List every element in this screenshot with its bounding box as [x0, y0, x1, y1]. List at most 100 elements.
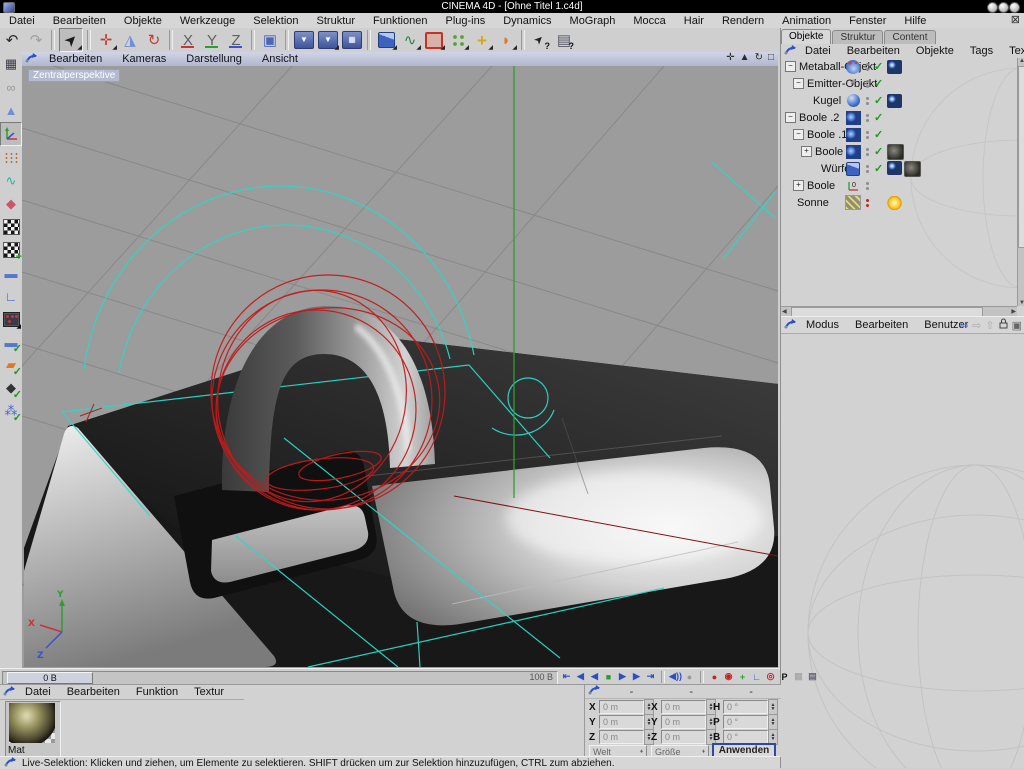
coordinate-input[interactable]: 0 °	[723, 730, 768, 744]
menu-werkzeuge[interactable]: Werkzeuge	[171, 15, 244, 27]
coordinate-system-icon[interactable]: ▣	[259, 29, 281, 51]
tab-struktur[interactable]: Struktur	[832, 30, 883, 44]
coordinate-input[interactable]: 0 m	[661, 715, 706, 729]
view-history-icon[interactable]: ∞	[1, 76, 21, 98]
toggle-points-icon[interactable]: ▬✓	[1, 331, 21, 353]
menu-hair[interactable]: Hair	[675, 15, 713, 27]
om-menu-tags[interactable]: Tags	[962, 45, 1001, 57]
tree-expander[interactable]: −	[785, 112, 796, 123]
panel-mode-icon[interactable]: ▣	[1012, 319, 1022, 332]
keyframe-parameter-toggle[interactable]: P	[778, 670, 791, 683]
om-menu-datei[interactable]: Datei	[797, 45, 839, 57]
mat-menu-datei[interactable]: Datei	[17, 686, 59, 698]
previous-frame-button[interactable]: ◀	[588, 670, 601, 683]
selection-filter-icon[interactable]: ◢	[1, 308, 21, 330]
object-manager-vscrollbar[interactable]: ▲▼	[1017, 58, 1024, 306]
am-menu-modus[interactable]: Modus	[798, 319, 847, 331]
redo-icon[interactable]: ↷	[25, 29, 47, 51]
value-stepper[interactable]: ▲▼	[768, 729, 778, 745]
render-settings-icon[interactable]: ▦	[341, 29, 363, 51]
tree-row[interactable]: −Boole .2✓	[781, 109, 1017, 126]
timeline-track[interactable]: 0 B 100 B	[2, 671, 558, 685]
undo-icon[interactable]: ↶	[1, 29, 23, 51]
keyframe-film-toggle[interactable]: ▤	[806, 670, 819, 683]
am-menu-bearbeiten[interactable]: Bearbeiten	[847, 319, 916, 331]
deformer-cross-icon[interactable]: +◢	[471, 29, 493, 51]
viewport-menu-darstellung[interactable]: Darstellung	[176, 53, 252, 65]
toggle-render-icon[interactable]: ◆✓	[1, 377, 21, 399]
modeling-array-icon[interactable]: ◢	[447, 29, 469, 51]
menu-hilfe[interactable]: Hilfe	[895, 15, 935, 27]
texture-tag[interactable]	[904, 161, 921, 177]
enabled-check[interactable]: ✓	[874, 111, 883, 124]
coordinate-input[interactable]: 0 m	[599, 730, 644, 744]
tree-row[interactable]: Kugel✓	[781, 92, 1017, 109]
enabled-check[interactable]: ✓	[874, 94, 883, 107]
ik-tool-icon[interactable]: ∟	[1, 285, 21, 307]
generator-cage-icon[interactable]: ◢	[423, 29, 445, 51]
visibility-dots[interactable]	[866, 80, 869, 88]
material-item[interactable]: Mat	[5, 701, 61, 757]
polygons-mode-icon[interactable]: ◆	[1, 193, 21, 215]
keyframe-rotation-toggle[interactable]: ◎	[764, 670, 777, 683]
mat-menu-funktion[interactable]: Funktion	[128, 686, 186, 698]
scene-shell-icon[interactable]: ◗◢	[495, 29, 517, 51]
render-view-icon[interactable]: ▼	[293, 29, 315, 51]
tab-objekte[interactable]: Objekte	[781, 29, 831, 44]
menu-bearbeiten[interactable]: Bearbeiten	[44, 15, 115, 27]
viewport[interactable]: BearbeitenKamerasDarstellungAnsicht ✛▲↻□	[22, 52, 778, 668]
menu-struktur[interactable]: Struktur	[308, 15, 365, 27]
keyframe-scale-toggle[interactable]: ∟	[750, 670, 763, 683]
render-picture-viewer-icon[interactable]: ▼◢	[317, 29, 339, 51]
texture-mode-icon[interactable]	[1, 216, 21, 238]
record-button[interactable]: ●	[683, 670, 696, 683]
enabled-check[interactable]: ✓	[874, 128, 883, 141]
visibility-dots[interactable]	[866, 148, 869, 156]
lock-y-axis-icon[interactable]: Y	[201, 29, 223, 51]
om-menu-bearbeiten[interactable]: Bearbeiten	[839, 45, 908, 57]
spline-tools-icon[interactable]: ∿◢	[399, 29, 421, 51]
move-tool-icon[interactable]: ✛◢	[95, 29, 117, 51]
goto-start-button[interactable]: ⇤	[560, 670, 573, 683]
menu-dynamics[interactable]: Dynamics	[494, 15, 560, 27]
live-selection-tool-icon[interactable]: ➤◢	[59, 28, 83, 52]
menu-mocca[interactable]: Mocca	[624, 15, 674, 27]
spheres-tag[interactable]	[887, 94, 902, 108]
tree-expander[interactable]: +	[801, 146, 812, 157]
coordinate-input[interactable]: 0 m	[599, 715, 644, 729]
visibility-dots[interactable]	[866, 165, 869, 173]
tree-row[interactable]: −Boole .1✓	[781, 126, 1017, 143]
om-menu-objekte[interactable]: Objekte	[908, 45, 962, 57]
tree-row[interactable]: −Metaball-Objekt✓	[781, 58, 1017, 75]
sun-tag[interactable]	[887, 196, 902, 210]
tree-row[interactable]: +Boole✓	[781, 143, 1017, 160]
menu-fenster[interactable]: Fenster	[840, 15, 895, 27]
menu-funktionen[interactable]: Funktionen	[364, 15, 436, 27]
menu-datei[interactable]: Datei	[0, 15, 44, 27]
texture-tag[interactable]	[887, 144, 904, 160]
close-button[interactable]	[1009, 2, 1020, 13]
coordinate-input[interactable]: 0 m	[599, 700, 644, 714]
coordinate-input[interactable]: 0 m	[661, 700, 706, 714]
lock-x-axis-icon[interactable]: X	[177, 29, 199, 51]
command-help-icon[interactable]: ▤?	[553, 29, 575, 51]
tree-row[interactable]: +Boole0	[781, 177, 1017, 194]
tree-expander[interactable]: −	[793, 129, 804, 140]
visibility-dots[interactable]	[866, 131, 869, 139]
maximize-button[interactable]	[998, 2, 1009, 13]
next-frame-button[interactable]: ▶	[630, 670, 643, 683]
menu-animation[interactable]: Animation	[773, 15, 840, 27]
menu-plug-ins[interactable]: Plug-ins	[436, 15, 494, 27]
menu-mograph[interactable]: MoGraph	[561, 15, 625, 27]
tree-expander[interactable]: +	[793, 180, 804, 191]
menu-rendern[interactable]: Rendern	[713, 15, 773, 27]
history-back-icon[interactable]: ⇦	[959, 319, 968, 332]
lock-icon[interactable]	[999, 318, 1008, 332]
visibility-dots[interactable]	[866, 114, 869, 122]
dolly-view-icon[interactable]: ▲	[740, 52, 750, 63]
stop-button[interactable]: ■	[602, 670, 615, 683]
tree-expander[interactable]: −	[785, 61, 796, 72]
toggle-particles-icon[interactable]: ⁂✓	[1, 400, 21, 422]
primitive-cube-icon[interactable]: ◢	[375, 29, 397, 51]
scale-tool-icon[interactable]: ◮	[119, 29, 141, 51]
